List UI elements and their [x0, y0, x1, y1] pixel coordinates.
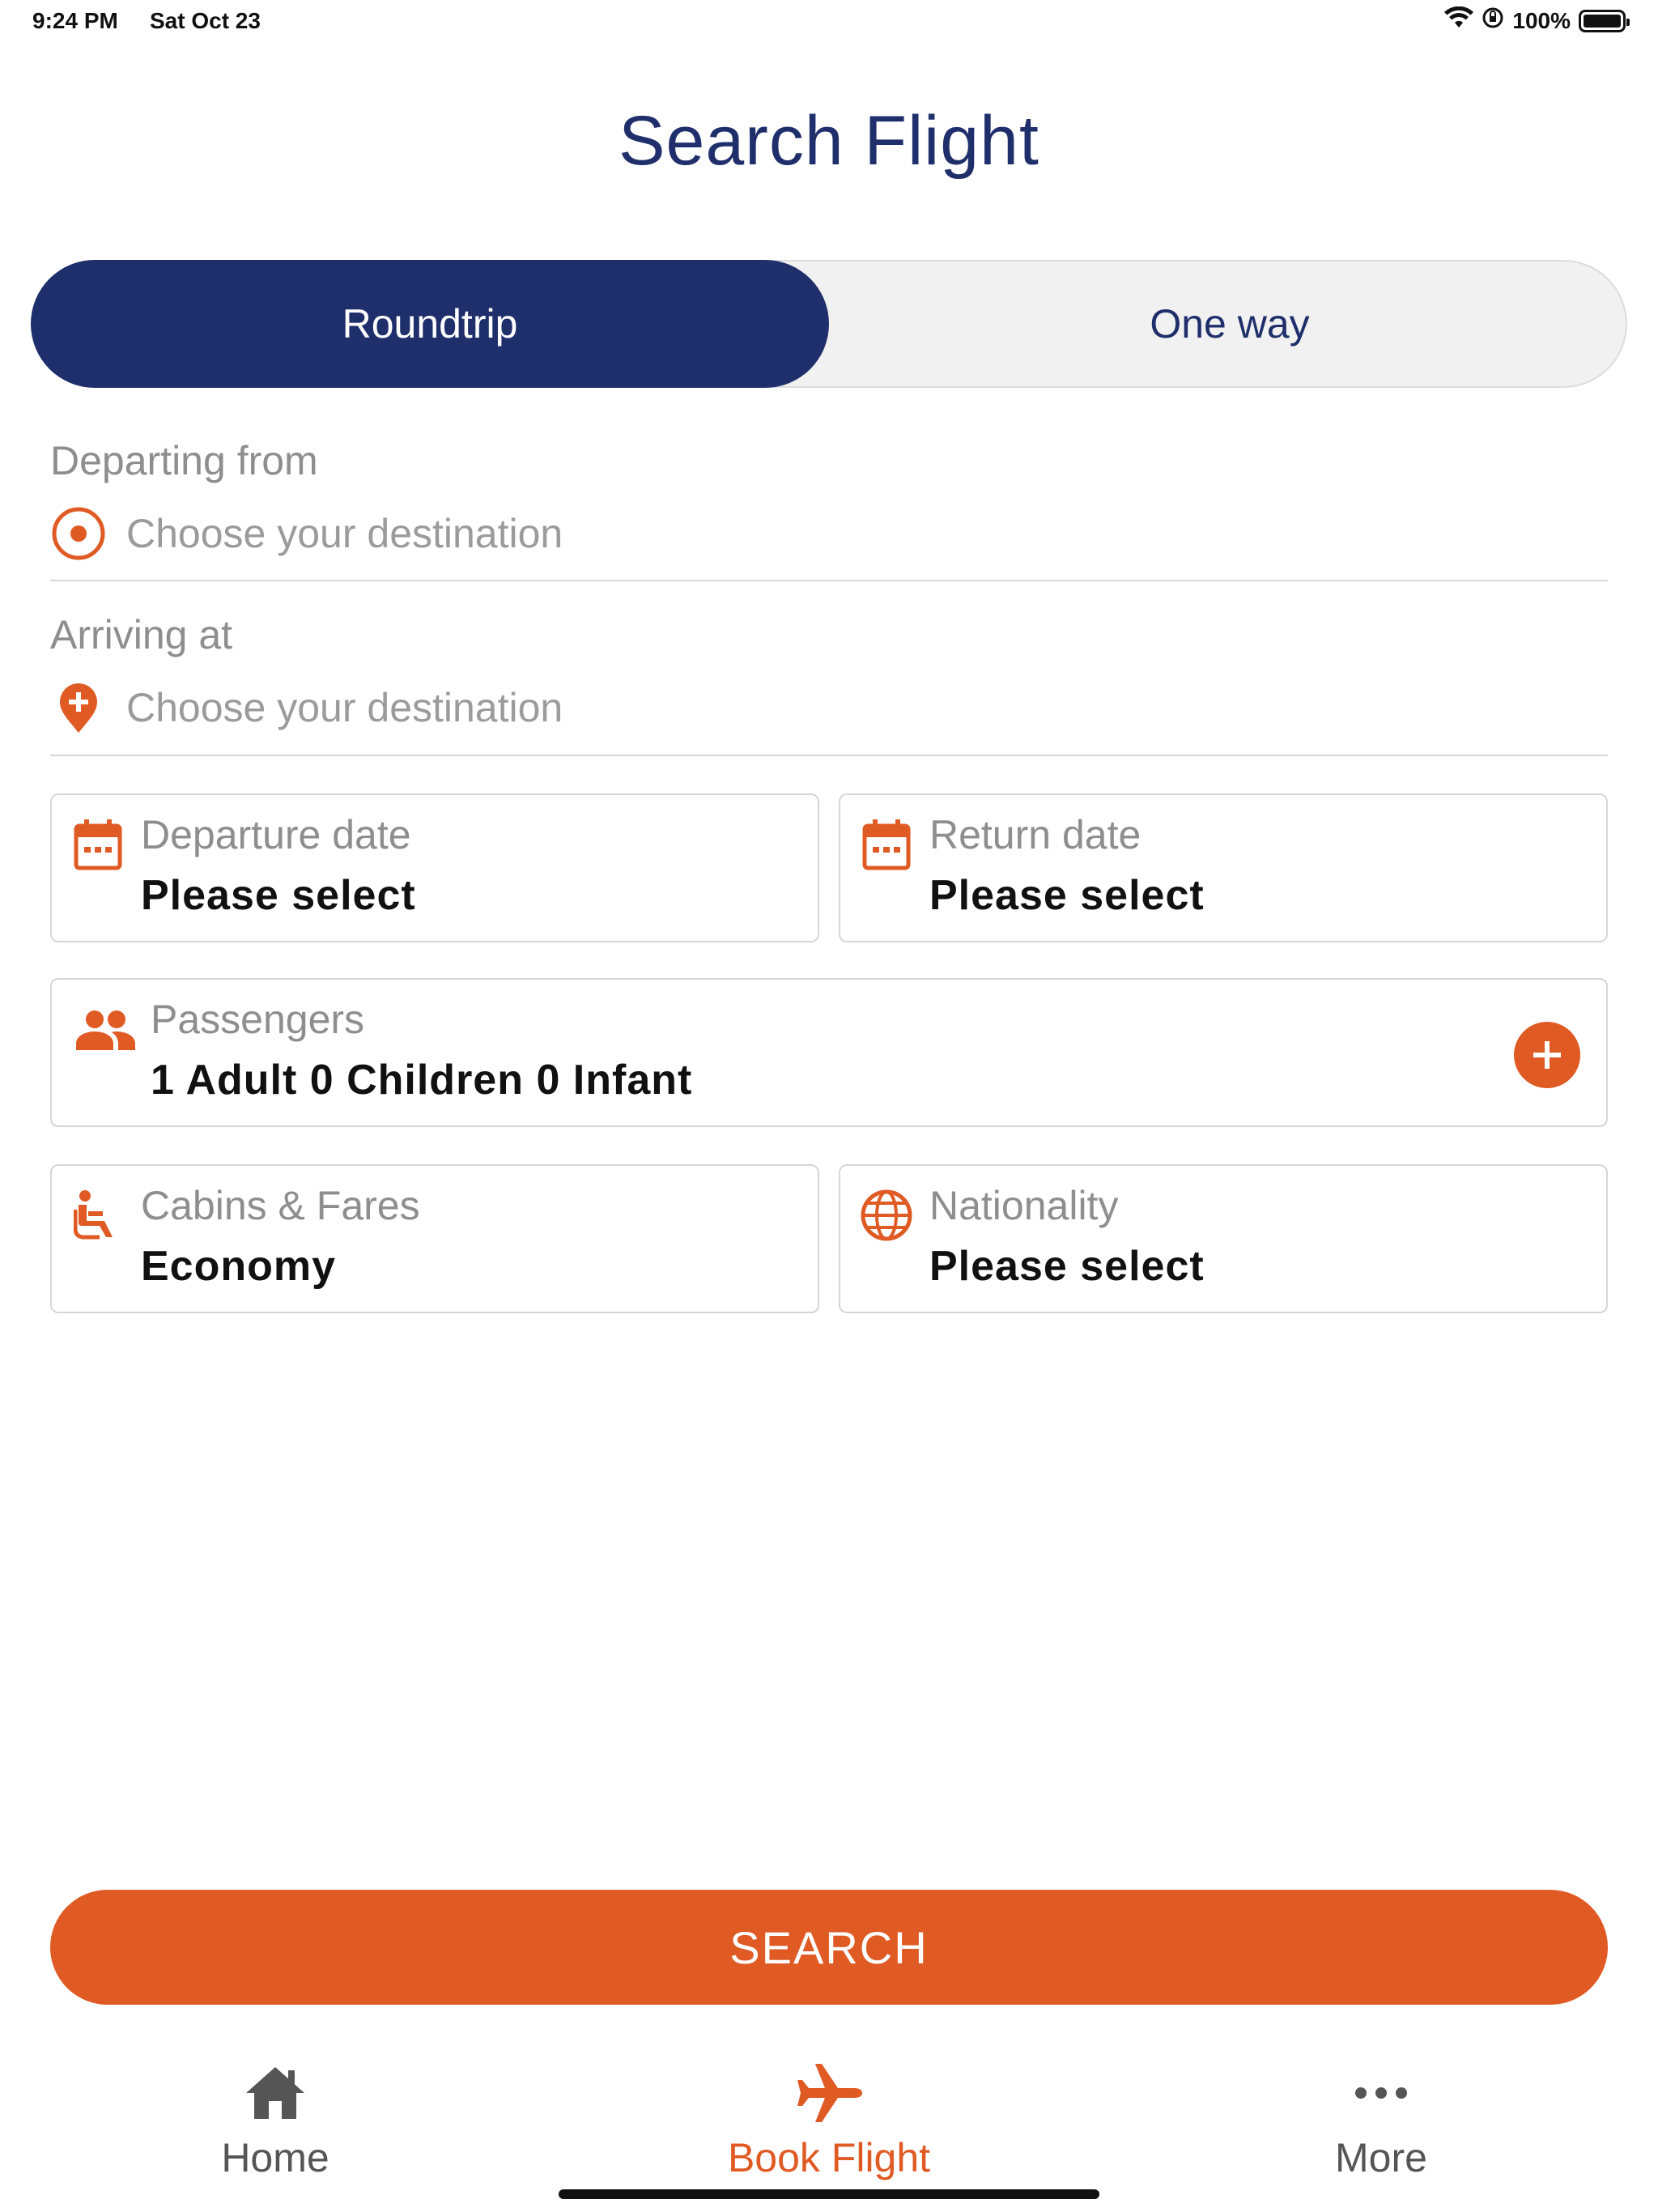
calendar-icon — [858, 816, 915, 873]
nationality-label: Nationality — [929, 1183, 1119, 1228]
home-indicator — [559, 2189, 1099, 2199]
tab-one-way[interactable]: One way — [831, 260, 1629, 388]
status-bar: 9:24 PM Sat Oct 23 100% — [0, 0, 1658, 49]
wifi-icon — [1444, 6, 1474, 35]
tab-more-label: More — [1335, 2135, 1427, 2180]
departure-date-value: Please select — [141, 872, 416, 919]
tab-home[interactable]: Home — [113, 2057, 437, 2181]
target-icon — [50, 505, 107, 562]
orientation-lock-icon — [1482, 6, 1504, 35]
tab-roundtrip[interactable]: Roundtrip — [31, 260, 829, 388]
departure-date-label: Departure date — [141, 812, 411, 857]
add-passenger-button[interactable] — [1514, 1022, 1580, 1088]
search-button[interactable]: SEARCH — [50, 1890, 1608, 2005]
passengers-card[interactable]: Passengers 1 Adult 0 Children 0 Infant — [50, 978, 1608, 1127]
trip-type-segmented-control: Roundtrip One way — [31, 260, 1627, 388]
arriving-at-input[interactable]: Choose your destination — [126, 684, 563, 731]
tab-home-label: Home — [221, 2135, 329, 2180]
plus-icon — [1533, 1041, 1561, 1069]
more-icon — [1355, 2087, 1407, 2099]
nationality-card[interactable]: Nationality Please select — [839, 1164, 1608, 1313]
battery-icon — [1579, 9, 1630, 32]
departing-from-field[interactable]: Departing from Choose your destination — [50, 437, 1608, 562]
departing-from-input[interactable]: Choose your destination — [126, 510, 563, 557]
people-icon — [73, 1001, 138, 1057]
return-date-value: Please select — [929, 872, 1205, 919]
airplane-icon — [797, 2064, 862, 2122]
passengers-label: Passengers — [151, 997, 365, 1042]
departing-from-label: Departing from — [50, 438, 318, 483]
cabins-fares-value: Economy — [141, 1243, 337, 1290]
nationality-value: Please select — [929, 1243, 1205, 1290]
page-title: Search Flight — [619, 102, 1039, 180]
cabins-fares-label: Cabins & Fares — [141, 1183, 420, 1228]
location-pin-icon — [50, 679, 107, 736]
arriving-at-field[interactable]: Arriving at Choose your destination — [50, 611, 1608, 736]
return-date-card[interactable]: Return date Please select — [839, 793, 1608, 942]
seat-icon — [70, 1187, 126, 1244]
status-date: Sat Oct 23 — [150, 8, 261, 33]
arriving-at-label: Arriving at — [50, 612, 233, 657]
return-date-label: Return date — [929, 812, 1141, 857]
tab-book-flight-label: Book Flight — [727, 2135, 931, 2180]
divider — [50, 580, 1608, 581]
departure-date-card[interactable]: Departure date Please select — [50, 793, 819, 942]
status-time: 9:24 PM — [32, 8, 118, 33]
tab-book-flight[interactable]: Book Flight — [667, 2057, 991, 2181]
cabins-fares-card[interactable]: Cabins & Fares Economy — [50, 1164, 819, 1313]
globe-icon — [858, 1187, 915, 1244]
calendar-icon — [70, 816, 126, 873]
home-icon — [246, 2067, 304, 2119]
tab-more[interactable]: More — [1219, 2057, 1543, 2181]
passengers-value: 1 Adult 0 Children 0 Infant — [151, 1057, 693, 1104]
divider — [50, 755, 1608, 756]
status-indicators: 100% — [1444, 6, 1630, 35]
battery-percent: 100% — [1512, 7, 1571, 33]
